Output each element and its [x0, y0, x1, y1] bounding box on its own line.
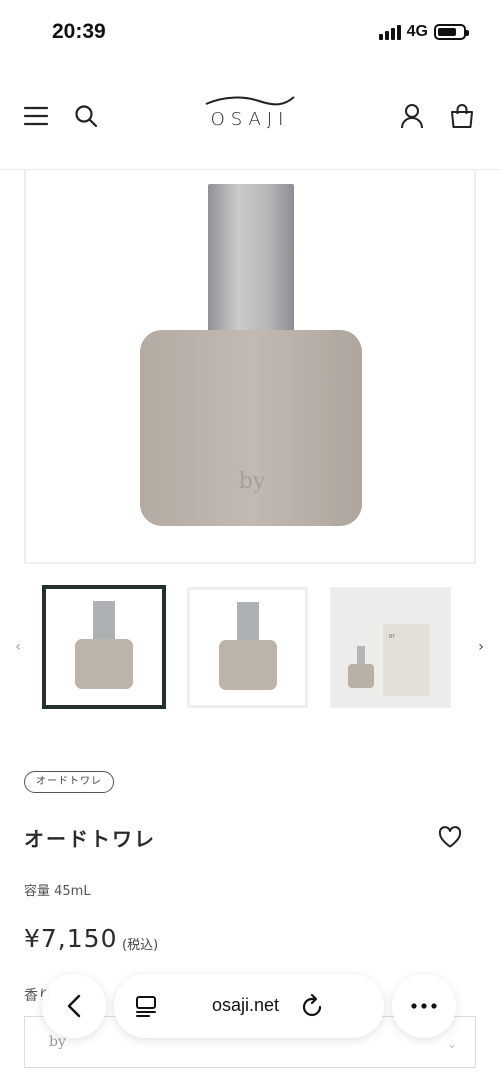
thumbnail-2[interactable] [187, 587, 308, 708]
bottle-thumbnail [218, 601, 277, 690]
site-header: OSAJI [0, 80, 500, 170]
url-text: osaji.net [212, 995, 280, 1015]
category-badge[interactable]: オードトワレ [24, 771, 114, 793]
battery-icon [434, 24, 469, 40]
price: ¥7,150 [24, 924, 118, 953]
ellipsis-icon [411, 1003, 437, 1009]
thumbnail-1[interactable] [42, 585, 166, 709]
thumbnail-carousel: ‹ BY › [0, 585, 500, 711]
heart-icon[interactable] [438, 826, 462, 850]
status-time: 20:39 [52, 20, 106, 43]
site-logo[interactable]: OSAJI [200, 94, 300, 134]
bottle-mark: by [239, 469, 266, 494]
perfume-bottle-image: by [140, 184, 362, 526]
address-bar[interactable]: osaji.net [114, 974, 384, 1038]
signal-icon [378, 24, 401, 40]
capacity-text: 容量 45mL [24, 884, 91, 899]
reload-icon[interactable] [300, 993, 324, 1019]
hamburger-menu-icon[interactable] [22, 102, 50, 130]
main-product-image[interactable]: by [24, 170, 476, 564]
account-icon[interactable] [398, 102, 426, 130]
thumbnail-3[interactable]: BY [330, 587, 451, 708]
tax-note: (税込) [122, 938, 159, 953]
chevron-left-icon[interactable]: ‹ [10, 639, 26, 655]
chevron-right-icon[interactable]: › [473, 639, 489, 655]
bottle-thumbnail [75, 601, 133, 689]
page-menu-icon[interactable] [134, 994, 158, 1018]
product-title: オードトワレ [24, 827, 156, 851]
box-mark: BY [389, 634, 396, 640]
chevron-left-icon [67, 994, 81, 1018]
network-label: 4G [406, 23, 428, 40]
browser-back-button[interactable] [42, 974, 106, 1038]
search-icon[interactable] [72, 102, 100, 130]
status-indicators: 4G [378, 23, 469, 41]
status-bar: 20:39 4G [0, 0, 500, 68]
more-options-button[interactable] [392, 974, 456, 1038]
browser-toolbar: osaji.net [0, 960, 500, 1080]
logo-text: OSAJI [210, 109, 290, 130]
bottle-and-box-thumbnail: BY [348, 624, 429, 696]
shopping-bag-icon[interactable] [448, 102, 476, 130]
logo-wave [205, 96, 295, 106]
